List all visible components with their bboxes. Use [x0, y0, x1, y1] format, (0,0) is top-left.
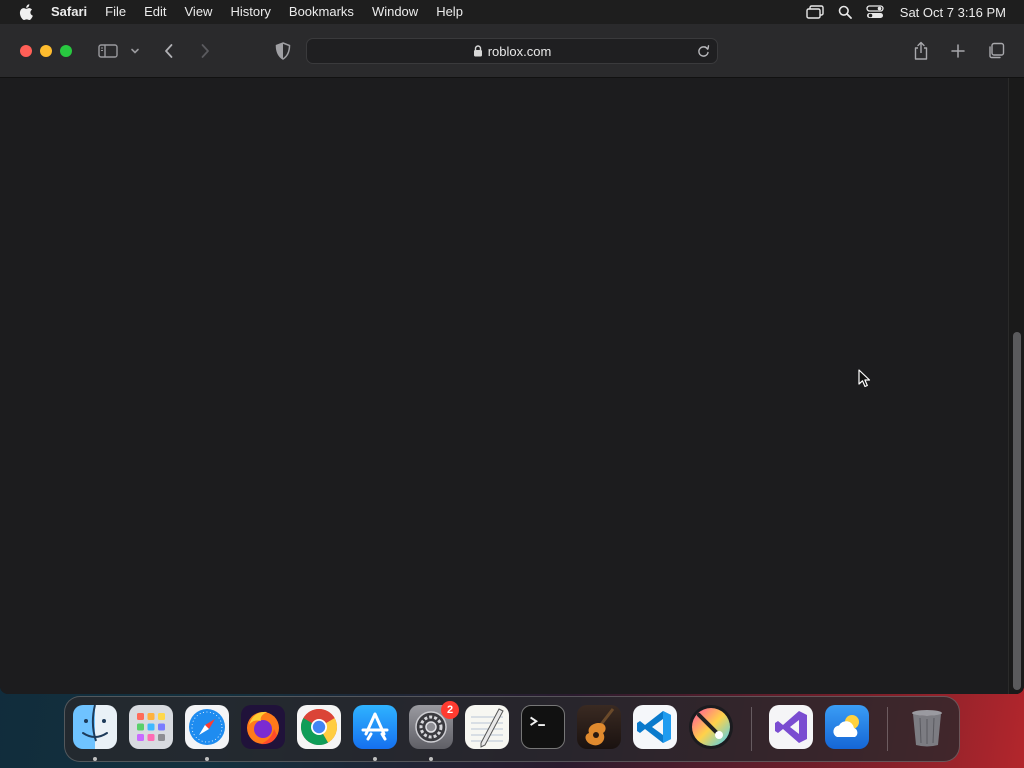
tab-overview-icon[interactable]	[985, 38, 1007, 64]
tab-group-chevron-down-icon[interactable]	[128, 38, 142, 64]
app-store-running-dot	[373, 757, 377, 761]
trash-icon[interactable]	[905, 705, 949, 749]
lock-icon	[473, 45, 483, 57]
dock-separator	[751, 707, 752, 751]
share-icon[interactable]	[910, 38, 932, 64]
control-center-icon[interactable]	[860, 0, 890, 24]
menubar-clock[interactable]: Sat Oct 7 3:16 PM	[890, 5, 1024, 20]
zoom-window-button[interactable]	[60, 45, 72, 57]
menu-bar: Safari File Edit View History Bookmarks …	[0, 0, 1024, 24]
vscode-icon[interactable]	[633, 705, 677, 749]
finder-icon[interactable]	[73, 705, 117, 749]
forward-chevron-icon[interactable]	[196, 38, 214, 64]
spotlight-search-icon[interactable]	[830, 0, 860, 24]
safari-window: roblox.com	[0, 24, 1024, 694]
back-chevron-icon[interactable]	[160, 38, 178, 64]
garageband-guitar-icon[interactable]	[577, 705, 621, 749]
menu-view[interactable]: View	[176, 0, 222, 24]
screen-mirroring-icon[interactable]	[800, 0, 830, 24]
textedit-icon[interactable]	[465, 705, 509, 749]
menu-bookmarks[interactable]: Bookmarks	[280, 0, 363, 24]
weather-icon[interactable]	[825, 705, 869, 749]
apple-logo-icon[interactable]	[16, 0, 36, 24]
vertical-scrollbar[interactable]	[1008, 78, 1024, 694]
minimize-window-button[interactable]	[40, 45, 52, 57]
visual-studio-icon[interactable]	[769, 705, 813, 749]
reload-icon[interactable]	[695, 43, 711, 59]
dock-separator	[887, 707, 888, 751]
menu-help[interactable]: Help	[427, 0, 472, 24]
terminal-icon[interactable]	[521, 705, 565, 749]
safari-running-dot	[205, 757, 209, 761]
privacy-shield-icon[interactable]	[272, 38, 294, 64]
launchpad-icon[interactable]	[129, 705, 173, 749]
sidebar-toggle-icon[interactable]	[96, 38, 120, 64]
chrome-icon[interactable]	[297, 705, 341, 749]
dock: 2	[64, 696, 960, 762]
address-url: roblox.com	[487, 43, 552, 59]
firefox-icon[interactable]	[241, 705, 285, 749]
app-store-icon[interactable]	[353, 705, 397, 749]
address-bar[interactable]: roblox.com	[306, 38, 718, 64]
finder-running-dot	[93, 757, 97, 761]
safari-toolbar: roblox.com	[0, 24, 1024, 78]
system-settings-badge: 2	[441, 701, 459, 719]
menu-history[interactable]: History	[221, 0, 279, 24]
mouse-cursor-icon	[858, 369, 872, 389]
scrollbar-thumb[interactable]	[1013, 332, 1021, 690]
system-settings-running-dot	[429, 757, 433, 761]
pixelmator-icon[interactable]	[689, 705, 733, 749]
menu-window[interactable]: Window	[363, 0, 427, 24]
new-tab-plus-icon[interactable]	[948, 38, 968, 64]
menu-safari[interactable]: Safari	[42, 0, 96, 24]
menu-edit[interactable]: Edit	[135, 0, 175, 24]
close-window-button[interactable]	[20, 45, 32, 57]
menu-file[interactable]: File	[96, 0, 135, 24]
safari-icon[interactable]	[185, 705, 229, 749]
